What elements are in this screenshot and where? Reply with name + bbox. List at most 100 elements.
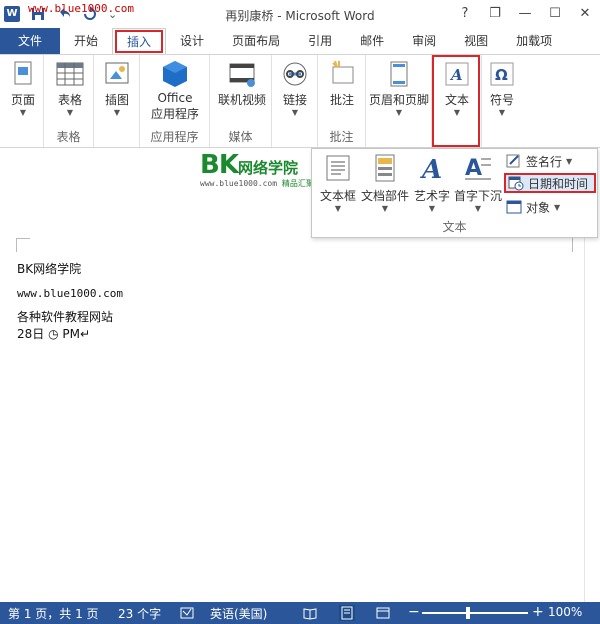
drop-cap-icon: A — [465, 156, 491, 181]
date-time-label: 日期和时间 — [528, 176, 589, 191]
doc-line-2: www.blue1000.com — [17, 287, 123, 300]
read-mode-icon[interactable] — [303, 606, 317, 620]
svg-text:A: A — [465, 156, 482, 181]
title-bar: W ⌄ www.blue1000.com 再别康桥 - Microsoft Wo… — [0, 0, 600, 28]
symbols-button-label: 符号 — [489, 93, 514, 107]
word-window: W ⌄ www.blue1000.com 再别康桥 - Microsoft Wo… — [0, 0, 600, 624]
symbols-button[interactable]: Ω 符号 ▼ — [484, 57, 520, 118]
signature-line-label: 签名行 — [526, 154, 563, 169]
tab-view[interactable]: 视图 — [450, 28, 502, 54]
status-bar: 第 1 页，共 1 页 23 个字 英语(美国) − + 100% — [0, 602, 600, 624]
office-apps-button[interactable]: Office 应用程序 — [144, 57, 206, 122]
group-label-comments: 批注 — [329, 130, 354, 144]
calendar-clock-icon — [508, 176, 524, 191]
svg-text:Ω: Ω — [495, 66, 508, 84]
tab-page-layout[interactable]: 页面布局 — [218, 28, 294, 54]
illustrations-button[interactable]: 插图 ▼ — [98, 57, 136, 118]
tab-home[interactable]: 开始 — [60, 28, 112, 54]
language[interactable]: 英语(美国) — [210, 605, 267, 622]
tab-references[interactable]: 引用 — [294, 28, 346, 54]
chevron-down-icon: ▼ — [566, 156, 573, 166]
header-footer-label: 页眉和页脚 — [368, 93, 429, 107]
group-apps: Office 应用程序 应用程序 — [140, 55, 210, 147]
pages-button[interactable]: 页面 ▼ — [4, 57, 42, 118]
tab-file[interactable]: 文件 — [0, 28, 61, 54]
zoom-slider-thumb[interactable] — [466, 607, 470, 619]
zoom-slider[interactable] — [422, 612, 528, 614]
illustrations-icon — [105, 62, 129, 84]
textbox-icon — [326, 155, 350, 181]
web-layout-icon[interactable] — [376, 606, 390, 620]
text-button-label: 文本 — [444, 93, 469, 107]
wordart-label: 艺术字 — [413, 189, 450, 203]
text-icon: A — [445, 62, 469, 86]
zoom-out-button[interactable]: − — [408, 604, 420, 620]
drop-cap-button[interactable]: A 首字下沉 ▼ — [452, 153, 504, 213]
group-text: A 文本 ▼ — [432, 55, 482, 147]
quick-parts-label: 文档部件 — [360, 189, 409, 203]
tab-addins[interactable]: 加载项 — [502, 28, 566, 54]
chevron-down-icon: ▼ — [66, 108, 74, 117]
doc-line-3: 各种软件教程网站 — [17, 310, 114, 324]
links-button-label: 链接 — [282, 93, 307, 107]
quick-parts-button[interactable]: 文档部件 ▼ — [358, 153, 412, 213]
group-symbols: Ω 符号 ▼ — [482, 55, 522, 147]
minimize-icon[interactable]: — — [510, 0, 540, 28]
tab-insert-label: 插入 — [127, 35, 152, 49]
textbox-button[interactable]: 文本框 ▼ — [316, 153, 360, 213]
window-controls: ? ❐ — ☐ ✕ — [450, 0, 600, 28]
close-icon[interactable]: ✕ — [570, 0, 600, 28]
links-button[interactable]: 链接 ▼ — [276, 57, 314, 118]
object-button[interactable]: 对象 ▼ — [506, 197, 560, 217]
tab-design[interactable]: 设计 — [166, 28, 218, 54]
doc-line-4: 28日 ◷ PM↵ — [17, 327, 91, 341]
omega-icon: Ω — [490, 62, 514, 86]
header-footer-icon — [390, 61, 408, 87]
logo-cn: 网络学院 — [237, 159, 298, 177]
print-layout-icon[interactable] — [339, 605, 355, 621]
object-icon — [506, 200, 522, 214]
text-dropdown-panel: 文本框 ▼ 文档部件 ▼ A 艺术字 ▼ A 首字下沉 ▼ 签名行 ▼ 日期和时… — [311, 148, 598, 238]
online-video-button[interactable]: 联机视频 — [214, 57, 270, 108]
pages-button-label: 页面 — [10, 93, 35, 107]
table-button[interactable]: 表格 ▼ — [50, 57, 90, 118]
drop-cap-label: 首字下沉 — [453, 189, 502, 203]
office-apps-label-2: 应用程序 — [150, 107, 199, 121]
signature-line-button[interactable]: 签名行 ▼ — [506, 151, 572, 171]
office-store-icon — [163, 61, 187, 87]
proofing-icon[interactable] — [180, 606, 194, 620]
word-count[interactable]: 23 个字 — [118, 605, 161, 622]
tab-insert[interactable]: 插入 — [112, 28, 167, 54]
group-pages: 页面 ▼ — [0, 55, 44, 147]
chevron-down-icon: ▼ — [395, 108, 403, 117]
date-time-button[interactable]: 日期和时间 — [504, 173, 596, 193]
chevron-down-icon: ▼ — [474, 204, 482, 213]
group-comments: 批注 批注 — [318, 55, 366, 147]
wordart-button[interactable]: A 艺术字 ▼ — [412, 153, 452, 213]
tab-mailings[interactable]: 邮件 — [346, 28, 398, 54]
chevron-down-icon: ▼ — [113, 108, 121, 117]
tab-review[interactable]: 审阅 — [398, 28, 450, 54]
dropdown-group-label: 文本 — [442, 220, 467, 234]
chevron-down-icon: ▼ — [334, 204, 342, 213]
comment-button[interactable]: 批注 — [322, 57, 362, 108]
signature-icon — [506, 154, 520, 168]
page-icon — [14, 61, 32, 85]
chevron-down-icon: ▼ — [19, 108, 27, 117]
zoom-level[interactable]: 100% — [548, 605, 582, 619]
logo-url-text: www.blue1000.com — [200, 179, 278, 188]
text-button[interactable]: A 文本 ▼ — [436, 57, 478, 118]
help-icon[interactable]: ? — [450, 0, 480, 28]
ribbon: 页面 ▼ 表格 ▼ 表格 插图 ▼ Office 应用程序 应用程序 联机视频 … — [0, 54, 600, 148]
object-label: 对象 — [526, 200, 551, 215]
comment-button-label: 批注 — [329, 93, 354, 107]
chevron-down-icon: ▼ — [291, 108, 299, 117]
link-icon — [283, 62, 307, 86]
page-count[interactable]: 第 1 页，共 1 页 — [8, 605, 99, 622]
restore-ribbon-icon[interactable]: ❐ — [480, 0, 510, 28]
office-apps-label-1: Office — [157, 91, 193, 105]
maximize-icon[interactable]: ☐ — [540, 0, 570, 28]
logo-bk: BK — [200, 150, 239, 180]
header-footer-button[interactable]: 页眉和页脚 ▼ — [368, 57, 430, 118]
zoom-in-button[interactable]: + — [532, 604, 544, 620]
